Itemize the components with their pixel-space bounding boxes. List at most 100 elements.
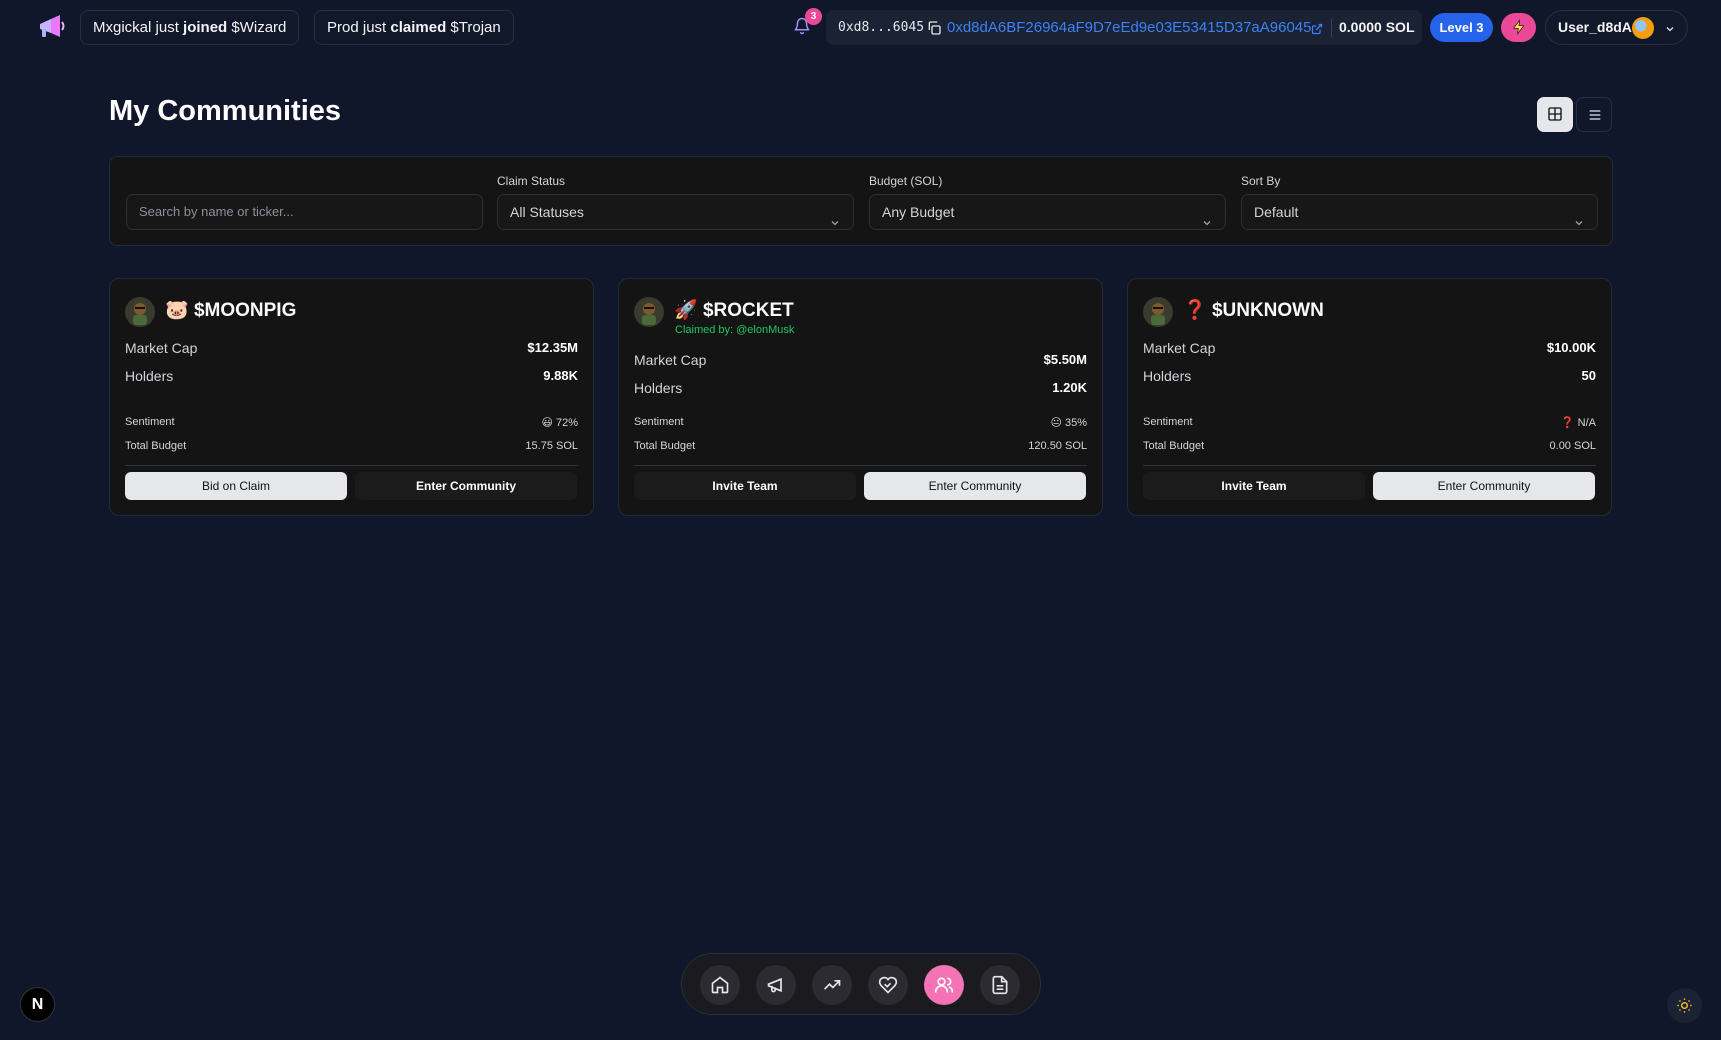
sentiment-value: 😐 35% xyxy=(1050,417,1087,429)
claim-status-label: Claim Status xyxy=(497,174,566,188)
market-cap-value: $12.35M xyxy=(527,340,578,355)
wallet-explorer-link[interactable]: 0xd8dA6BF26964aF9D7eEd9e03E53415D37aA960… xyxy=(947,10,1311,45)
stat-label: Holders xyxy=(634,380,683,396)
grid-view-button[interactable] xyxy=(1537,97,1573,132)
document-icon xyxy=(992,975,1008,995)
activity-target: $Trojan xyxy=(446,19,501,36)
sort-label: Sort By xyxy=(1241,174,1281,188)
nav-trending-button[interactable] xyxy=(812,965,852,1005)
lightning-icon xyxy=(1513,19,1525,35)
stat-label: Sentiment xyxy=(1143,416,1193,428)
holders-value: 9.88K xyxy=(543,368,578,383)
chevron-down-icon xyxy=(1573,207,1585,241)
megaphone-icon xyxy=(767,977,782,993)
community-name: 🚀 $ROCKET xyxy=(674,298,794,322)
budget-label: Budget (SOL) xyxy=(869,174,943,188)
claim-status-value: All Statuses xyxy=(510,204,584,220)
stat-label: Total Budget xyxy=(634,440,696,452)
community-name: ❓ $UNKNOWN xyxy=(1183,298,1324,322)
community-card[interactable]: ❓ $UNKNOWN Market Cap $10.00K Holders 50… xyxy=(1127,278,1612,516)
wallet-short-address: 0xd8...6045 xyxy=(838,20,925,35)
activity-text: just xyxy=(151,19,184,36)
divider xyxy=(1331,19,1332,37)
sun-icon xyxy=(1677,998,1692,1013)
chevron-down-icon xyxy=(829,207,841,241)
holders-value: 1.20K xyxy=(1052,380,1087,395)
activity-text: just xyxy=(358,19,391,36)
notification-count-badge: 3 xyxy=(805,8,822,25)
stat-label: Market Cap xyxy=(125,340,198,356)
level-badge[interactable]: Level 3 xyxy=(1430,13,1493,42)
community-emoji: 🚀 xyxy=(674,300,698,321)
boost-button[interactable] xyxy=(1501,13,1536,42)
sentiment-value: ❓ N/A xyxy=(1560,417,1596,429)
enter-community-button[interactable]: Enter Community xyxy=(1373,472,1595,500)
activity-user: Mxgickal xyxy=(93,19,152,36)
user-menu-button[interactable]: User_d8dA xyxy=(1545,10,1688,45)
community-ticker: $MOONPIG xyxy=(193,300,297,321)
megaphone-icon[interactable] xyxy=(36,12,66,42)
enter-community-button[interactable]: Enter Community xyxy=(864,472,1086,500)
stat-label: Market Cap xyxy=(634,352,707,368)
community-card[interactable]: 🚀 $ROCKET Claimed by: @elonMusk Market C… xyxy=(618,278,1103,516)
sol-balance: 0.0000 SOL xyxy=(1339,19,1415,35)
activity-ticker-item: Prod just claimed $Trojan xyxy=(314,10,514,45)
avatar xyxy=(1632,17,1654,39)
stat-label: Total Budget xyxy=(125,440,187,452)
theme-toggle-button[interactable] xyxy=(1667,988,1702,1023)
dev-tools-badge[interactable]: N xyxy=(20,987,55,1022)
budget-value: 15.75 SOL xyxy=(525,440,578,452)
enter-community-button[interactable]: Enter Community xyxy=(355,472,577,500)
trending-icon xyxy=(823,980,841,990)
home-icon xyxy=(711,976,729,994)
community-emoji: ❓ xyxy=(1183,300,1207,321)
copy-icon[interactable] xyxy=(926,20,942,36)
community-avatar xyxy=(1143,297,1173,327)
market-cap-value: $5.50M xyxy=(1043,352,1087,367)
search-input[interactable]: Search by name or ticker... xyxy=(126,194,483,230)
budget-value: 120.50 SOL xyxy=(1028,440,1087,452)
community-card[interactable]: 🐷 $MOONPIG Market Cap $12.35M Holders 9.… xyxy=(109,278,594,516)
stat-label: Holders xyxy=(1143,368,1192,384)
bottom-nav xyxy=(681,953,1041,1015)
activity-action: joined xyxy=(183,19,228,36)
nav-announcements-button[interactable] xyxy=(756,965,796,1005)
community-ticker: $UNKNOWN xyxy=(1211,300,1324,321)
stat-label: Sentiment xyxy=(634,416,684,428)
budget-select[interactable]: Any Budget xyxy=(869,194,1226,230)
external-link-icon[interactable] xyxy=(1311,22,1323,35)
activity-target: $Wizard xyxy=(227,19,287,36)
sort-select[interactable]: Default xyxy=(1241,194,1598,230)
divider xyxy=(125,465,578,466)
list-icon xyxy=(1589,110,1601,120)
community-avatar xyxy=(634,297,664,327)
grid-icon xyxy=(1548,107,1562,121)
community-avatar xyxy=(125,297,155,327)
stat-label: Total Budget xyxy=(1143,440,1205,452)
nav-communities-button[interactable] xyxy=(924,965,964,1005)
invite-team-button[interactable]: Invite Team xyxy=(634,472,856,500)
sort-value: Default xyxy=(1254,204,1299,220)
username: User_d8dA xyxy=(1558,19,1632,35)
chevron-down-icon xyxy=(1201,207,1213,241)
nav-partners-button[interactable] xyxy=(868,965,908,1005)
community-ticker: $ROCKET xyxy=(702,300,794,321)
claim-status-select[interactable]: All Statuses xyxy=(497,194,854,230)
budget-value: 0.00 SOL xyxy=(1549,440,1596,452)
filter-panel: Search by name or ticker... Claim Status… xyxy=(109,156,1613,246)
invite-team-button[interactable]: Invite Team xyxy=(1143,472,1365,500)
activity-user: Prod xyxy=(327,19,359,36)
nav-home-button[interactable] xyxy=(700,965,740,1005)
divider xyxy=(634,465,1087,466)
community-emoji: 🐷 xyxy=(165,300,189,321)
list-view-button[interactable] xyxy=(1576,97,1612,132)
claimed-by-text: Claimed by: @elonMusk xyxy=(675,324,795,336)
nav-docs-button[interactable] xyxy=(980,965,1020,1005)
chevron-down-icon xyxy=(1664,22,1676,40)
top-bar: Mxgickal just joined $Wizard Prod just c… xyxy=(0,0,1721,54)
stat-label: Holders xyxy=(125,368,174,384)
sentiment-value: 😃 72% xyxy=(541,417,578,429)
users-icon xyxy=(934,977,954,993)
bid-on-claim-button[interactable]: Bid on Claim xyxy=(125,472,347,500)
divider xyxy=(1143,465,1596,466)
